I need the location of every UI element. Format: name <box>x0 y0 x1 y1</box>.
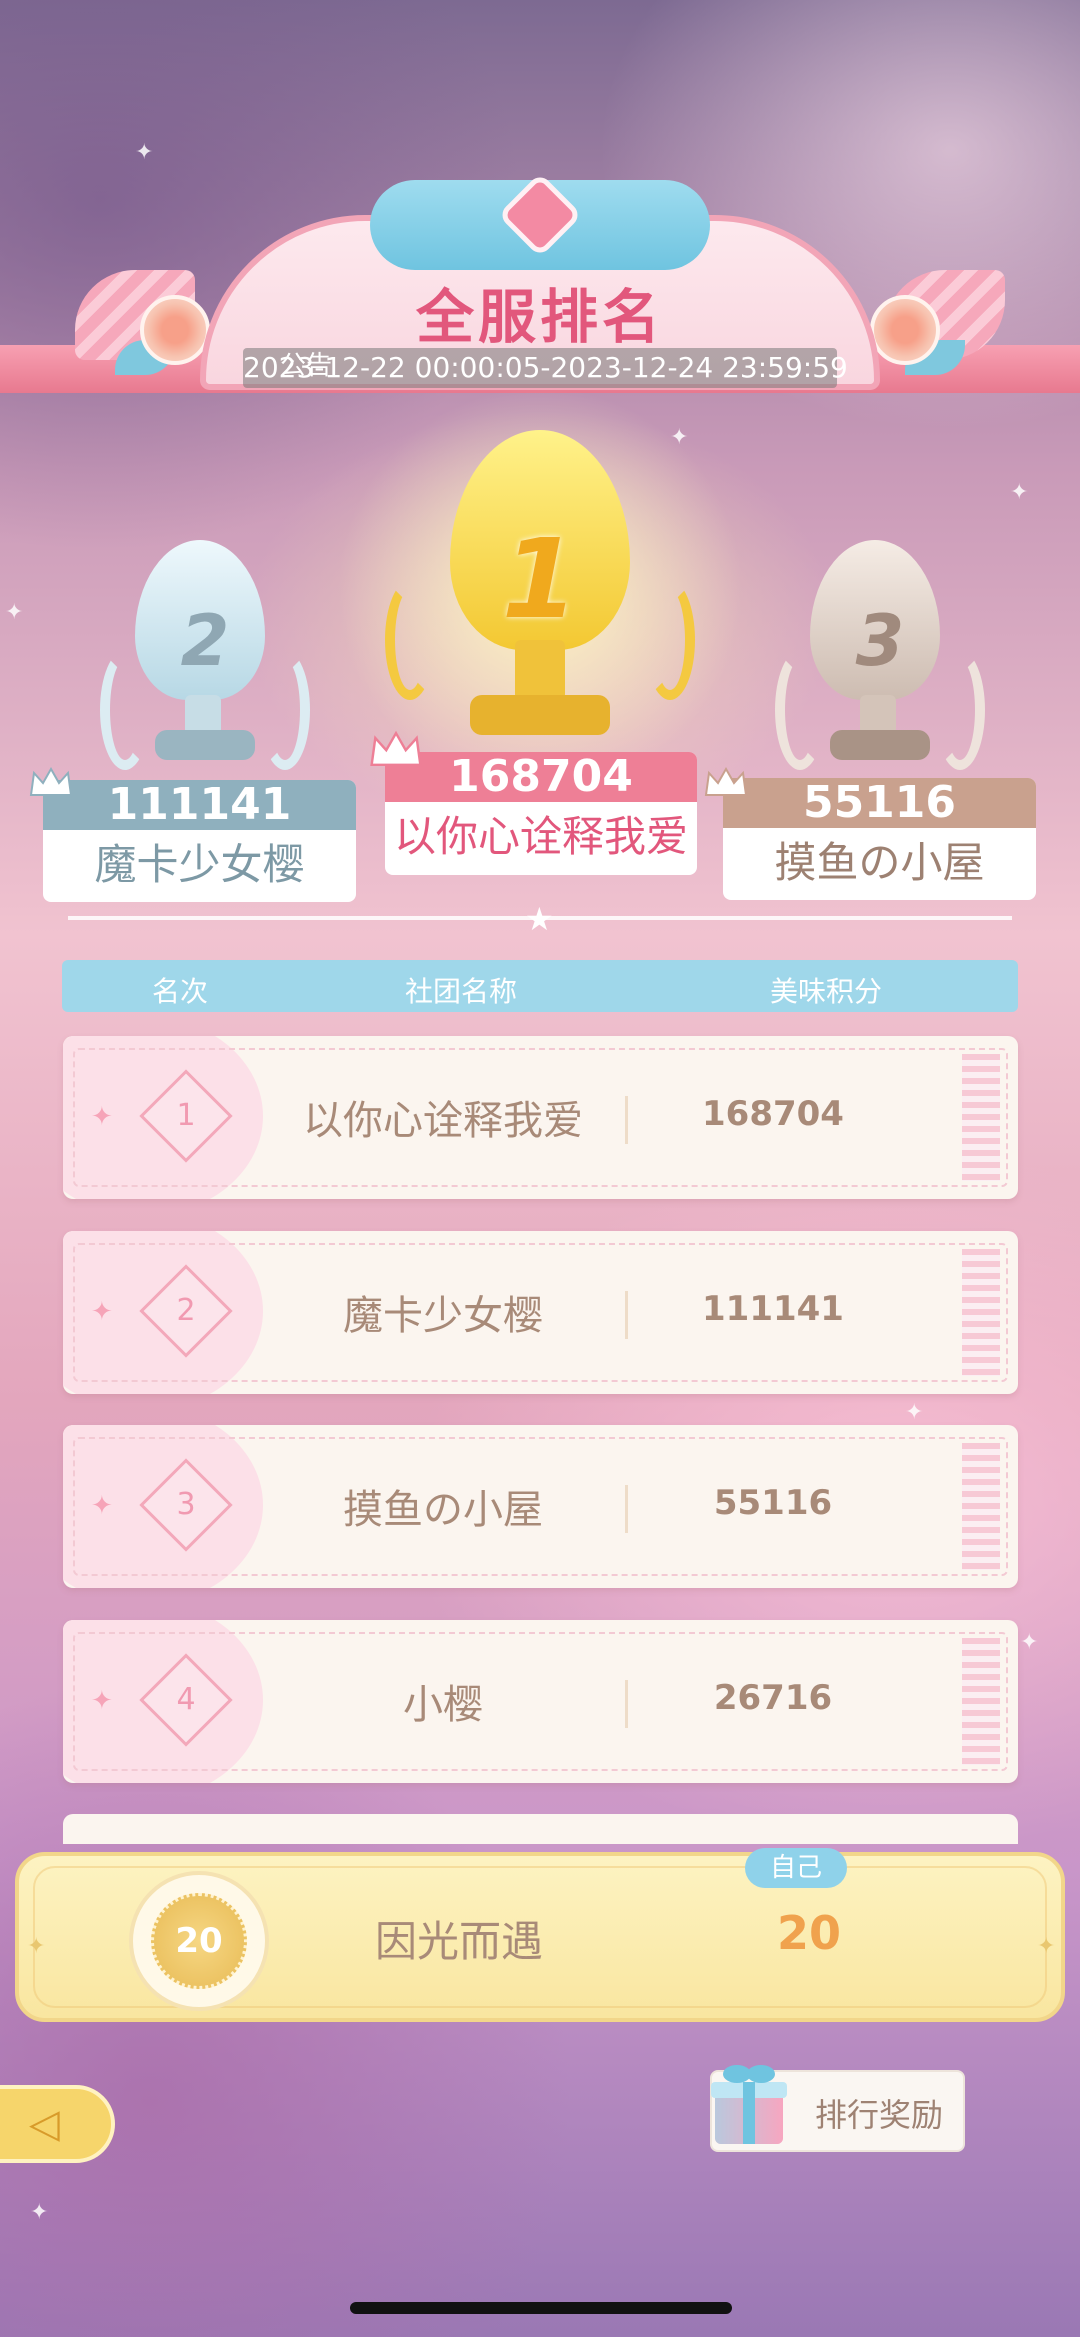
podium-name: 摸鱼の小屋 <box>774 838 985 887</box>
sparkle-icon: ✦ <box>905 1400 924 1425</box>
silver-trophy-icon: 2 <box>100 530 310 780</box>
barcode-decoration <box>962 1443 1000 1570</box>
row-club-name: 以你心诠释我爱 <box>303 1098 583 1144</box>
row-rank: 2 <box>176 1293 196 1328</box>
page-title: 全服排名 <box>415 283 664 351</box>
table-row[interactable]: ✦ 3 摸鱼の小屋 55116 <box>63 1425 1018 1588</box>
sparkle-icon: ✦ <box>1020 1630 1039 1655</box>
notice-label: 公告 <box>280 351 333 381</box>
podium-third[interactable]: 55116 摸鱼の小屋 <box>723 778 1036 900</box>
table-row[interactable]: ✦ 2 魔卡少女樱 111141 <box>63 1231 1018 1394</box>
right-bow-decoration <box>855 270 1005 420</box>
row-rank: 3 <box>176 1487 196 1522</box>
podium-score: 168704 <box>385 752 697 802</box>
back-button[interactable]: ◁ <box>0 2085 115 2163</box>
row-score: 168704 <box>702 1094 844 1134</box>
diamond-dot-icon: ✦ <box>91 1686 113 1716</box>
header-rank: 名次 <box>152 975 209 1008</box>
sparkle-icon: ✦ <box>30 2200 49 2225</box>
podium-score: 55116 <box>723 778 1036 828</box>
table-row[interactable]: ✦ 4 小樱 26716 <box>63 1620 1018 1783</box>
gift-box-icon[interactable] <box>703 2058 795 2150</box>
trophy-rank-1: 1 <box>501 515 579 643</box>
trophy-rank-2: 2 <box>180 600 230 682</box>
podium-name: 魔卡少女樱 <box>94 840 305 889</box>
self-rank-badge: 20 <box>151 1893 247 1989</box>
table-row[interactable]: ✦ 1 以你心诠释我爱 168704 <box>63 1036 1018 1199</box>
back-arrow-icon: ◁ <box>29 2101 60 2147</box>
trophy-rank-3: 3 <box>855 600 905 682</box>
header-score: 美味积分 <box>770 975 883 1008</box>
self-score: 20 <box>776 1906 841 1960</box>
diamond-dot-icon: ✦ <box>91 1102 113 1132</box>
left-bow-decoration <box>75 270 225 420</box>
crown-icon <box>368 728 424 770</box>
barcode-decoration <box>962 1054 1000 1181</box>
bronze-trophy-icon: 3 <box>775 530 985 780</box>
row-rank: 4 <box>176 1682 196 1717</box>
sparkle-icon: ✦ <box>5 600 24 625</box>
row-score: 55116 <box>713 1483 833 1523</box>
sparkle-icon: ✦ <box>1010 480 1029 505</box>
self-club-name: 因光而遇 <box>374 1917 543 1966</box>
home-indicator[interactable] <box>350 2302 732 2314</box>
header-club: 社团名称 <box>405 975 518 1008</box>
row-club-name: 魔卡少女樱 <box>343 1293 543 1339</box>
podium-score: 111141 <box>43 780 356 830</box>
row-score: 111141 <box>702 1289 844 1329</box>
ranking-table-header: 名次 社团名称 美味积分 <box>62 960 1018 1012</box>
star-icon: ✦ <box>1037 1934 1056 1959</box>
barcode-decoration <box>962 1249 1000 1376</box>
diamond-dot-icon: ✦ <box>91 1491 113 1521</box>
table-row-partial[interactable] <box>63 1814 1018 1844</box>
self-tag: 自己 <box>745 1848 847 1888</box>
row-club-name: 摸鱼の小屋 <box>343 1487 543 1533</box>
row-score: 26716 <box>713 1678 833 1718</box>
podium-name: 以你心诠释我爱 <box>393 812 688 861</box>
gold-trophy-icon: 1 <box>320 370 760 810</box>
star-icon: ★ <box>525 900 554 938</box>
star-icon: ✦ <box>27 1934 46 1959</box>
diamond-dot-icon: ✦ <box>91 1297 113 1327</box>
self-rank-bar: ✦ ✦ 20 因光而遇 20 <box>15 1852 1065 2022</box>
barcode-decoration <box>962 1638 1000 1765</box>
crown-icon <box>28 765 74 799</box>
podium-first[interactable]: 168704 以你心诠释我爱 <box>385 752 697 875</box>
ranking-reward-label: 排行奖励 <box>815 2096 944 2134</box>
crown-icon <box>703 765 749 799</box>
podium-second[interactable]: 111141 魔卡少女樱 <box>43 780 356 902</box>
row-rank: 1 <box>176 1098 196 1133</box>
row-club-name: 小樱 <box>403 1682 483 1728</box>
sparkle-icon: ✦ <box>135 140 154 165</box>
